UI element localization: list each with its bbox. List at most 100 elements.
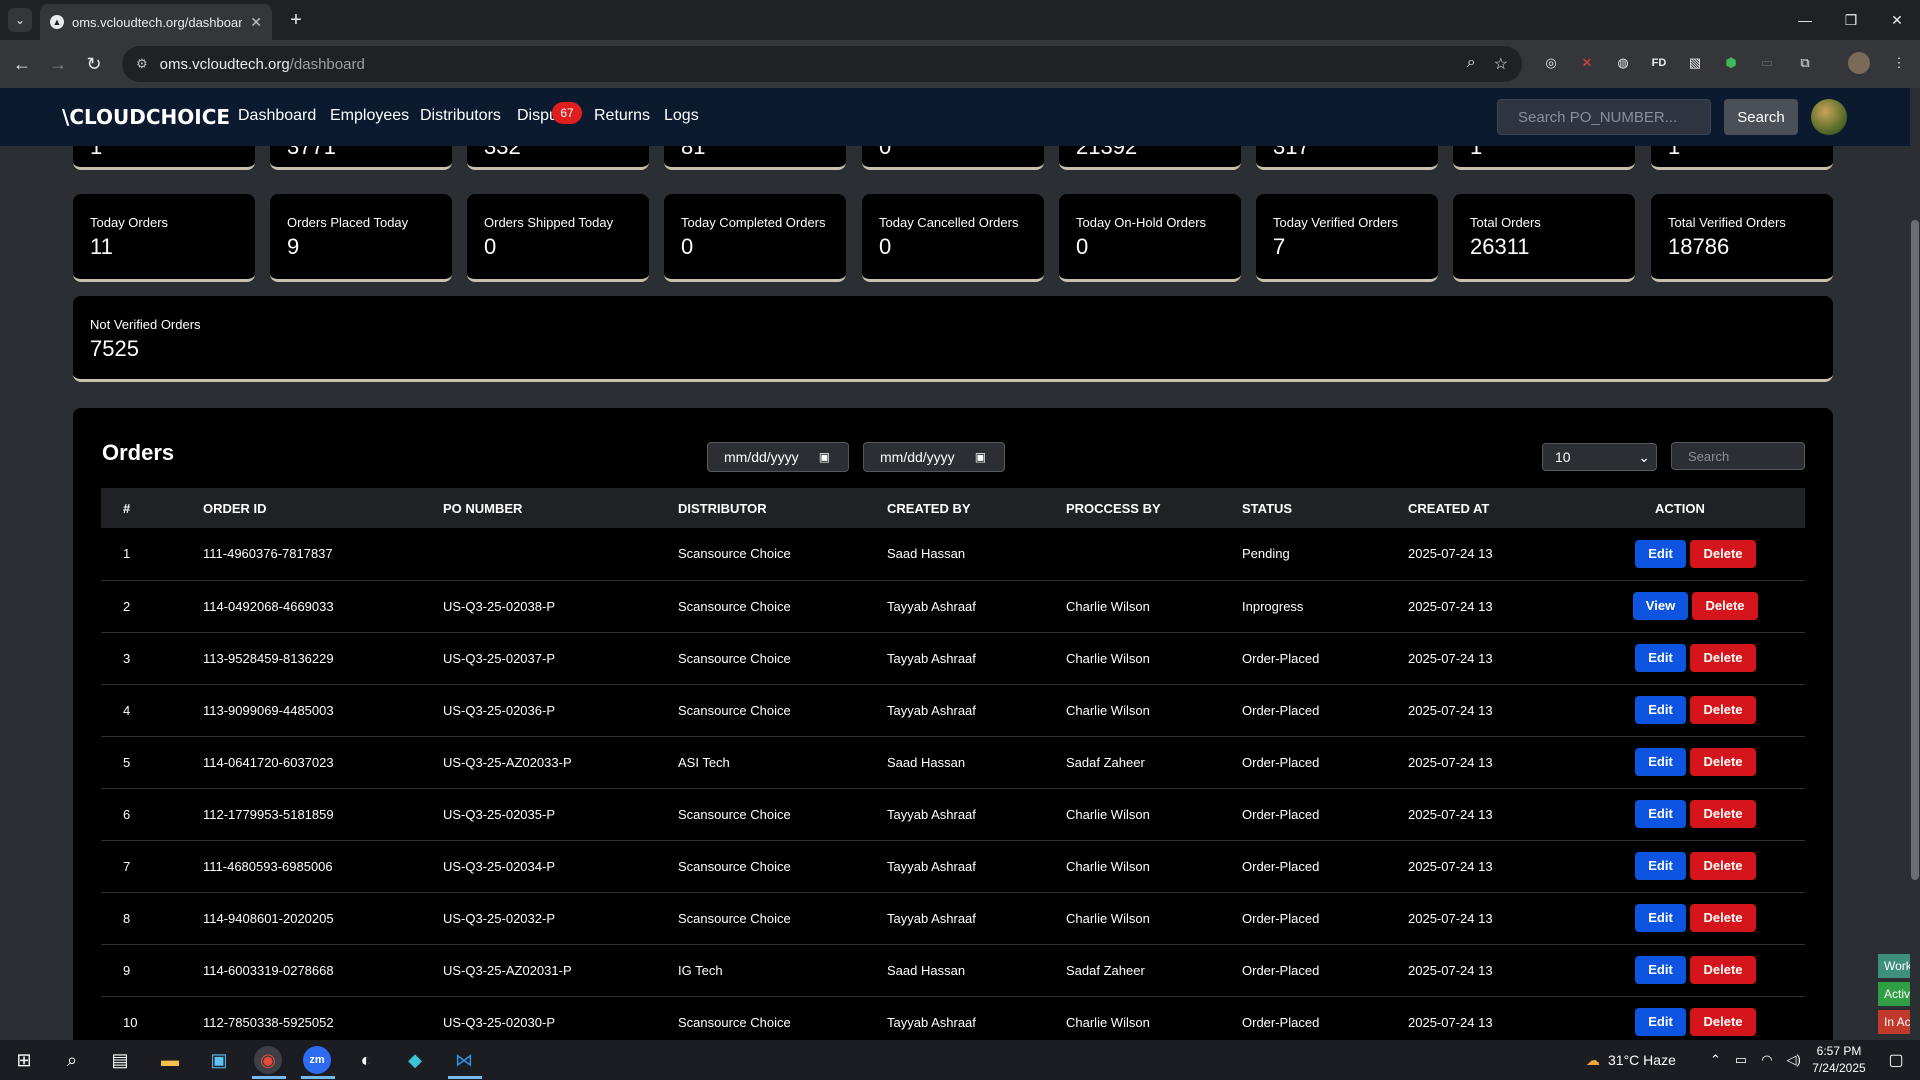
file-explorer-icon[interactable]: ▬ <box>156 1046 184 1074</box>
side-tab-work[interactable]: Work <box>1878 954 1910 978</box>
order-id-cell: 113-9528459-8136229 <box>203 650 334 666</box>
created-by-cell: Saad Hassan <box>887 962 966 978</box>
windows-start-icon[interactable]: ⊞ <box>10 1046 38 1074</box>
created-at-cell: 2025-07-24 13 <box>1408 598 1493 614</box>
edit-button[interactable]: Edit <box>1635 956 1686 984</box>
stat-value: 0 <box>1076 234 1089 259</box>
extension-globe-icon[interactable]: ◍ <box>1612 52 1634 74</box>
delete-button[interactable]: Delete <box>1692 592 1758 620</box>
scrollbar-thumb[interactable] <box>1911 220 1919 880</box>
delete-button[interactable]: Delete <box>1690 1008 1756 1036</box>
delete-button[interactable]: Delete <box>1690 852 1756 880</box>
zoom-app-icon[interactable]: zm <box>303 1046 331 1074</box>
edit-button[interactable]: Edit <box>1635 644 1686 672</box>
tab-search-icon[interactable]: ⌄ <box>8 8 32 32</box>
distributor-cell: Scansource Choice <box>678 1014 791 1030</box>
action-cell: Edit Delete <box>1633 996 1805 1040</box>
bookmark-star-icon[interactable]: ☆ <box>1494 54 1508 74</box>
weather-widget[interactable]: ☁ 31°C Haze <box>1586 1040 1676 1080</box>
extension-panel-icon[interactable]: ▭ <box>1756 52 1778 74</box>
view-button[interactable]: View <box>1633 592 1688 620</box>
stat-label: Total Verified Orders <box>1668 215 1786 230</box>
side-tab-active[interactable]: Active <box>1878 982 1910 1006</box>
browser-tab[interactable]: ▲ oms.vcloudtech.org/dashboard ✕ <box>40 4 272 40</box>
delete-button[interactable]: Delete <box>1690 800 1756 828</box>
nav-dashboard[interactable]: Dashboard <box>238 107 316 125</box>
process-by-cell: Charlie Wilson <box>1066 910 1150 926</box>
task-view-icon[interactable]: ▤ <box>106 1046 134 1074</box>
brand-logo[interactable]: \CLOUDCHOICE <box>62 105 230 129</box>
edit-button[interactable]: Edit <box>1635 800 1686 828</box>
calendar-icon[interactable]: ▣ <box>819 450 830 464</box>
extension-shield-icon[interactable]: ⬢ <box>1720 52 1742 74</box>
extension-image-icon[interactable]: ▧ <box>1684 52 1706 74</box>
date-from-input[interactable]: mm/dd/yyyy ▣ <box>707 442 849 472</box>
profile-avatar-icon[interactable] <box>1848 52 1870 74</box>
zoom-icon[interactable]: ⌕ <box>1467 54 1476 74</box>
browser-menu-icon[interactable]: ⋮ <box>1888 52 1910 74</box>
minimize-icon[interactable]: — <box>1782 0 1828 40</box>
calendar-icon[interactable]: ▣ <box>975 450 986 464</box>
delete-button[interactable]: Delete <box>1690 904 1756 932</box>
extension-x-icon[interactable]: ✕ <box>1576 52 1598 74</box>
status-cell: Pending <box>1242 546 1290 562</box>
search-button[interactable]: Search <box>1724 99 1798 135</box>
edit-button[interactable]: Edit <box>1635 1008 1686 1036</box>
created-by-cell: Saad Hassan <box>887 546 966 562</box>
nav-returns[interactable]: Returns <box>594 107 650 125</box>
action-cell: Edit Delete <box>1633 944 1805 996</box>
restore-icon[interactable]: ❐ <box>1828 0 1874 40</box>
wifi-icon[interactable]: ◠ <box>1761 1052 1772 1068</box>
delete-button[interactable]: Delete <box>1690 696 1756 724</box>
tab-close-icon[interactable]: ✕ <box>250 14 262 31</box>
extension-glasses-icon[interactable]: ◎ <box>1540 52 1562 74</box>
chevron-up-icon[interactable]: ⌃ <box>1710 1052 1721 1068</box>
store-icon[interactable]: ▣ <box>205 1046 233 1074</box>
volume-icon[interactable]: ◁) <box>1787 1052 1801 1068</box>
search-icon[interactable]: ⌕ <box>58 1046 86 1074</box>
chrome-icon[interactable]: ◉ <box>254 1046 282 1074</box>
notifications-icon[interactable]: ▢ <box>1882 1046 1910 1074</box>
delete-button[interactable]: Delete <box>1690 644 1756 672</box>
edit-button[interactable]: Edit <box>1635 852 1686 880</box>
stat-card-partial: 81 <box>664 146 846 170</box>
row-number-cell: 3 <box>123 650 131 666</box>
delete-button[interactable]: Delete <box>1690 748 1756 776</box>
delete-button[interactable]: Delete <box>1690 539 1756 568</box>
nav-employees[interactable]: Employees <box>330 107 409 125</box>
edit-button[interactable]: Edit <box>1635 904 1686 932</box>
edit-button[interactable]: Edit <box>1635 748 1686 776</box>
taskbar-clock[interactable]: 6:57 PM 7/24/2025 <box>1806 1043 1872 1077</box>
side-tab-inactive[interactable]: In Act <box>1878 1010 1910 1034</box>
nav-logs[interactable]: Logs <box>664 107 699 125</box>
back-icon[interactable]: ← <box>10 52 34 76</box>
orders-search-input[interactable]: Search <box>1671 442 1805 470</box>
app-diamond-icon[interactable]: ◆ <box>401 1046 429 1074</box>
app-drop-icon[interactable]: ◐ <box>352 1046 380 1074</box>
battery-icon[interactable]: ▭ <box>1735 1052 1747 1068</box>
date-to-input[interactable]: mm/dd/yyyy ▣ <box>863 442 1005 472</box>
address-bar[interactable]: ⚙ oms.vcloudtech.org/dashboard ⌕ ☆ <box>122 46 1522 82</box>
po-number-search-input[interactable]: Search PO_NUMBER... <box>1497 99 1711 135</box>
new-tab-icon[interactable]: + <box>284 8 308 32</box>
page-scrollbar[interactable] <box>1910 88 1920 1040</box>
created-at-cell: 2025-07-24 13 <box>1408 962 1493 978</box>
extensions-puzzle-icon[interactable]: ⧉ <box>1794 52 1816 74</box>
vscode-icon[interactable]: ⋈ <box>450 1046 478 1074</box>
site-info-icon[interactable]: ⚙ <box>136 56 148 72</box>
page-size-select[interactable]: 10 ⌄ <box>1542 443 1657 471</box>
reload-icon[interactable]: ↻ <box>82 52 106 76</box>
row-number-cell: 6 <box>123 806 131 822</box>
delete-button[interactable]: Delete <box>1690 956 1756 984</box>
user-avatar[interactable] <box>1811 99 1847 135</box>
nav-distributors[interactable]: Distributors <box>420 107 501 125</box>
stat-value: 1 <box>1470 146 1483 159</box>
distributor-cell: IG Tech <box>678 962 723 978</box>
table-row: 3 113-9528459-8136229 US-Q3-25-02037-P Scan… <box>101 632 1805 684</box>
edit-button[interactable]: Edit <box>1635 539 1686 568</box>
created-at-cell: 2025-07-24 13 <box>1408 754 1493 770</box>
edit-button[interactable]: Edit <box>1635 696 1686 724</box>
window-close-icon[interactable]: ✕ <box>1874 0 1920 40</box>
extension-fd-icon[interactable]: FD <box>1648 52 1670 74</box>
forward-icon[interactable]: → <box>46 52 70 76</box>
